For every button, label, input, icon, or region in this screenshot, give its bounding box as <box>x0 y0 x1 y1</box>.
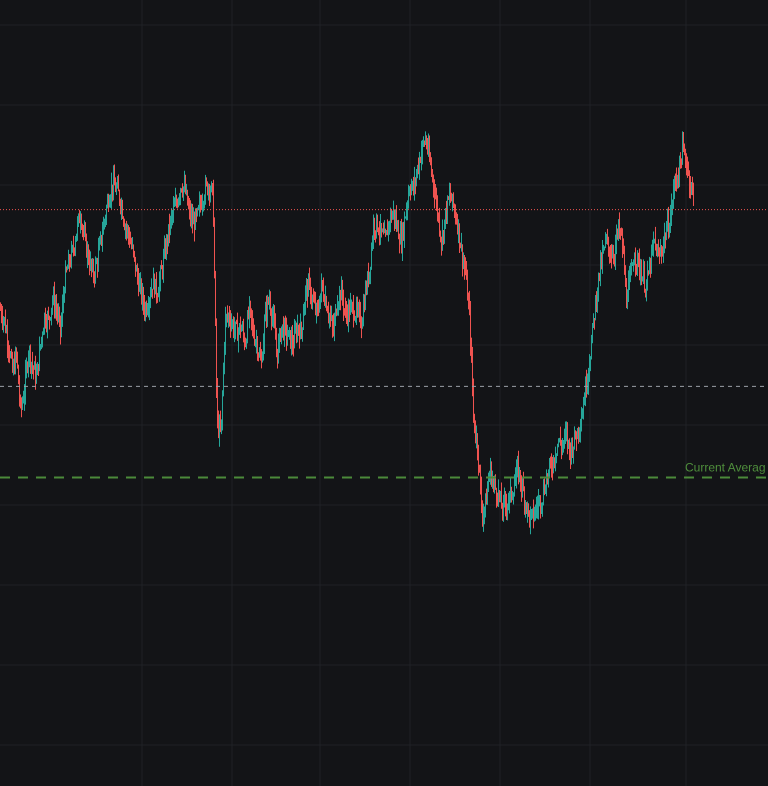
current-average-label: Current Averag <box>685 461 766 475</box>
price-chart[interactable]: Current Averag <box>0 0 768 786</box>
price-chart-canvas[interactable]: Current Averag <box>0 0 768 786</box>
chart-background <box>0 0 768 786</box>
